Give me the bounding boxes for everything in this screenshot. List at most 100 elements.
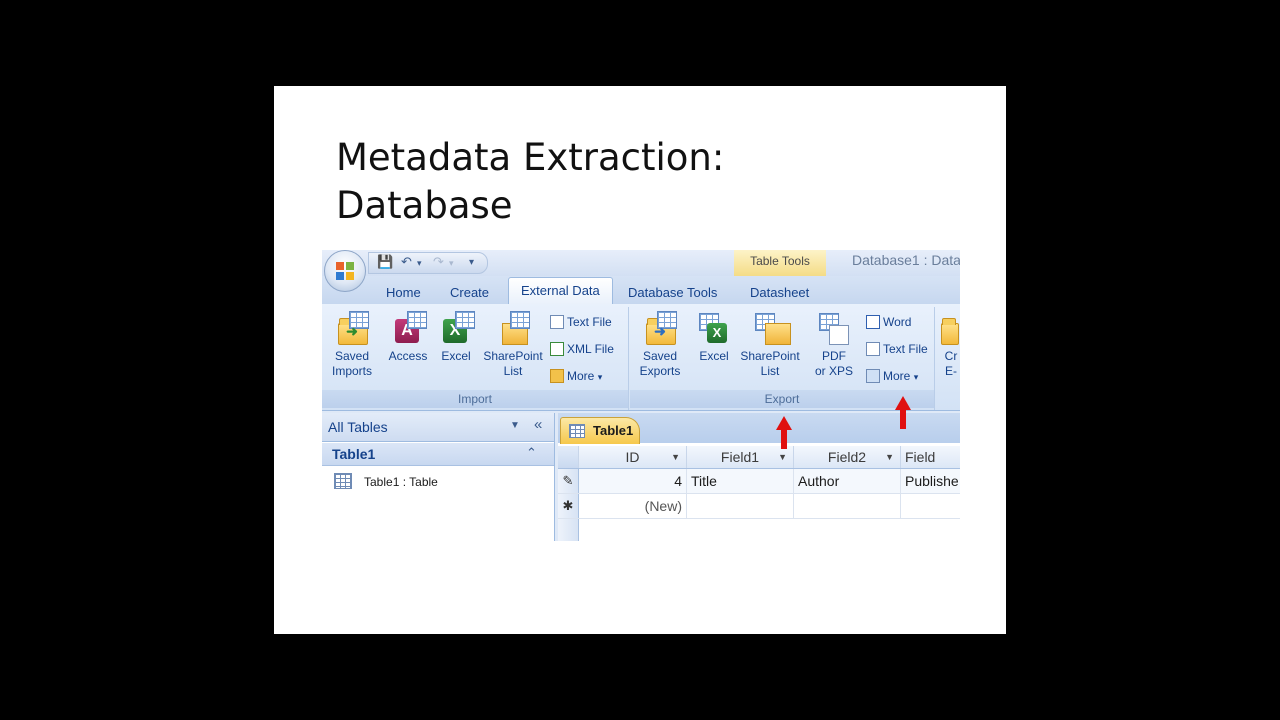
table-icon <box>334 473 352 489</box>
column-header-field3[interactable]: Field <box>901 446 960 468</box>
chevron-down-icon[interactable]: ▼ <box>510 420 520 431</box>
create-email-button[interactable]: Cr E- <box>936 311 960 379</box>
slide-title-line2: Database <box>336 184 513 227</box>
import-group: ➜ Saved Imports A Access X Excel SharePo… <box>322 307 629 410</box>
new-record-icon[interactable]: ✱ <box>558 494 579 518</box>
slide-title-line1: Metadata Extraction: <box>336 136 725 179</box>
tab-home[interactable]: Home <box>386 285 421 300</box>
nav-group-table1[interactable]: Table1 ⌃ <box>322 443 554 466</box>
sharepoint-list-icon <box>753 311 791 345</box>
column-header-label: Field <box>905 449 936 465</box>
nav-group-label: Table1 <box>332 446 376 462</box>
new-record-row[interactable]: ✱ (New) <box>558 494 960 519</box>
customize-qat-icon[interactable]: ▾ <box>469 257 474 268</box>
document-tab-label: Table1 <box>593 423 634 438</box>
tab-external-data[interactable]: External Data <box>508 277 613 306</box>
cell-new-field2[interactable] <box>794 494 901 518</box>
redo-icon[interactable]: ↷ <box>433 254 444 270</box>
chevron-down-icon[interactable]: ▼ <box>885 446 894 468</box>
more-icon <box>866 369 880 383</box>
table-tools-context-tab: Table Tools <box>734 250 826 276</box>
import-sharepoint-label: SharePoint List <box>483 349 543 378</box>
column-header-label: Field1 <box>720 449 760 465</box>
title-bar: 💾 ↶ ▾ ↷ ▾ ▾ Table Tools Database1 : Data <box>322 250 960 276</box>
chevron-up-icon[interactable]: ⌃ <box>526 445 537 461</box>
window-title: Database1 : Data <box>852 252 960 268</box>
export-sharepoint-label: SharePoint List <box>740 349 800 378</box>
undo-dropdown-icon[interactable]: ▾ <box>417 258 422 269</box>
tab-create[interactable]: Create <box>450 285 489 300</box>
import-text-file-button[interactable]: Text File <box>550 315 612 329</box>
access-icon: A <box>391 311 427 345</box>
column-header-label: Field2 <box>827 449 867 465</box>
more-icon <box>550 369 564 383</box>
table-tools-label: Table Tools <box>750 254 810 268</box>
slide: Metadata Extraction: Database 💾 ↶ ▾ ↷ ▾ … <box>274 86 1006 634</box>
saved-imports-label: Saved Imports <box>331 349 372 378</box>
cell-new-id[interactable]: (New) <box>579 494 687 518</box>
chevron-down-icon: ▾ <box>597 372 603 382</box>
export-pdf-label: PDF or XPS <box>814 349 853 378</box>
export-word-button[interactable]: Word <box>866 315 911 329</box>
create-email-icon <box>941 311 960 345</box>
cell-field3[interactable]: Publishe <box>901 469 960 493</box>
saved-exports-icon: ➜ <box>643 311 677 345</box>
import-more-label: More <box>567 369 595 383</box>
import-group-label: Import <box>322 390 628 408</box>
slide-title: Metadata Extraction: Database <box>336 134 724 230</box>
import-xml-file-button[interactable]: XML File <box>550 342 614 356</box>
import-excel-button[interactable]: X Excel <box>426 311 486 364</box>
datasheet-view: Table1 ID ▼ Field1 ▼ Field2 ▼ Field ✎ 4 Tit… <box>558 413 960 541</box>
export-pdf-button[interactable]: PDF or XPS <box>808 311 860 379</box>
excel-icon: X <box>439 311 475 345</box>
nav-item-label: Table1 : Table <box>364 475 438 489</box>
text-file-icon <box>866 342 880 356</box>
cell-new-field3[interactable] <box>901 494 960 518</box>
export-text-file-label: Text File <box>883 342 928 356</box>
column-header-row: ID ▼ Field1 ▼ Field2 ▼ Field <box>558 446 960 469</box>
export-sharepoint-button[interactable]: SharePoint List <box>734 311 806 379</box>
select-all-cell[interactable] <box>558 446 579 468</box>
cell-field1[interactable]: Title <box>687 469 794 493</box>
column-header-id[interactable]: ID ▼ <box>579 446 687 468</box>
import-text-file-label: Text File <box>567 315 612 329</box>
quick-access-toolbar: 💾 ↶ ▾ ↷ ▾ ▾ <box>368 252 488 274</box>
table-row[interactable]: ✎ 4 Title Author Publishe <box>558 469 960 494</box>
export-group-label: Export <box>630 390 934 408</box>
export-group: ➜ Saved Exports X Excel SharePoint List … <box>630 307 935 410</box>
tab-database-tools[interactable]: Database Tools <box>628 285 717 300</box>
document-tab-table1[interactable]: Table1 <box>560 417 640 444</box>
cell-field2[interactable]: Author <box>794 469 901 493</box>
pencil-icon[interactable]: ✎ <box>558 469 579 493</box>
redo-dropdown-icon[interactable]: ▾ <box>449 258 454 269</box>
nav-pane-header[interactable]: All Tables ▼ « <box>322 413 554 442</box>
office-button[interactable] <box>324 250 366 292</box>
saved-exports-button[interactable]: ➜ Saved Exports <box>630 311 690 379</box>
nav-pane-title: All Tables <box>328 419 388 435</box>
import-xml-file-label: XML File <box>567 342 614 356</box>
export-more-button[interactable]: More ▾ <box>866 369 918 383</box>
ribbon: ➜ Saved Imports A Access X Excel SharePo… <box>322 304 960 411</box>
table-icon <box>569 424 585 438</box>
export-more-label: More <box>883 369 911 383</box>
column-header-field2[interactable]: Field2 ▼ <box>794 446 901 468</box>
undo-icon[interactable]: ↶ <box>401 254 412 270</box>
xml-file-icon <box>550 342 564 356</box>
word-icon <box>866 315 880 329</box>
cell-new-field1[interactable] <box>687 494 794 518</box>
cell-id[interactable]: 4 <box>579 469 687 493</box>
saved-imports-button[interactable]: ➜ Saved Imports <box>322 311 382 379</box>
tab-datasheet[interactable]: Datasheet <box>750 285 809 300</box>
import-more-button[interactable]: More ▾ <box>550 369 602 383</box>
chevron-down-icon[interactable]: ▼ <box>671 446 680 468</box>
export-text-file-button[interactable]: Text File <box>866 342 928 356</box>
office-logo-icon <box>336 262 354 280</box>
column-header-label: ID <box>625 449 640 465</box>
collapse-pane-icon[interactable]: « <box>534 416 542 433</box>
red-arrow-annotation-export <box>776 416 792 450</box>
sharepoint-list-icon <box>496 311 530 345</box>
save-icon[interactable]: 💾 <box>377 254 393 270</box>
excel-icon: X <box>697 311 731 345</box>
import-sharepoint-button[interactable]: SharePoint List <box>480 311 546 379</box>
chevron-down-icon: ▾ <box>913 372 919 382</box>
